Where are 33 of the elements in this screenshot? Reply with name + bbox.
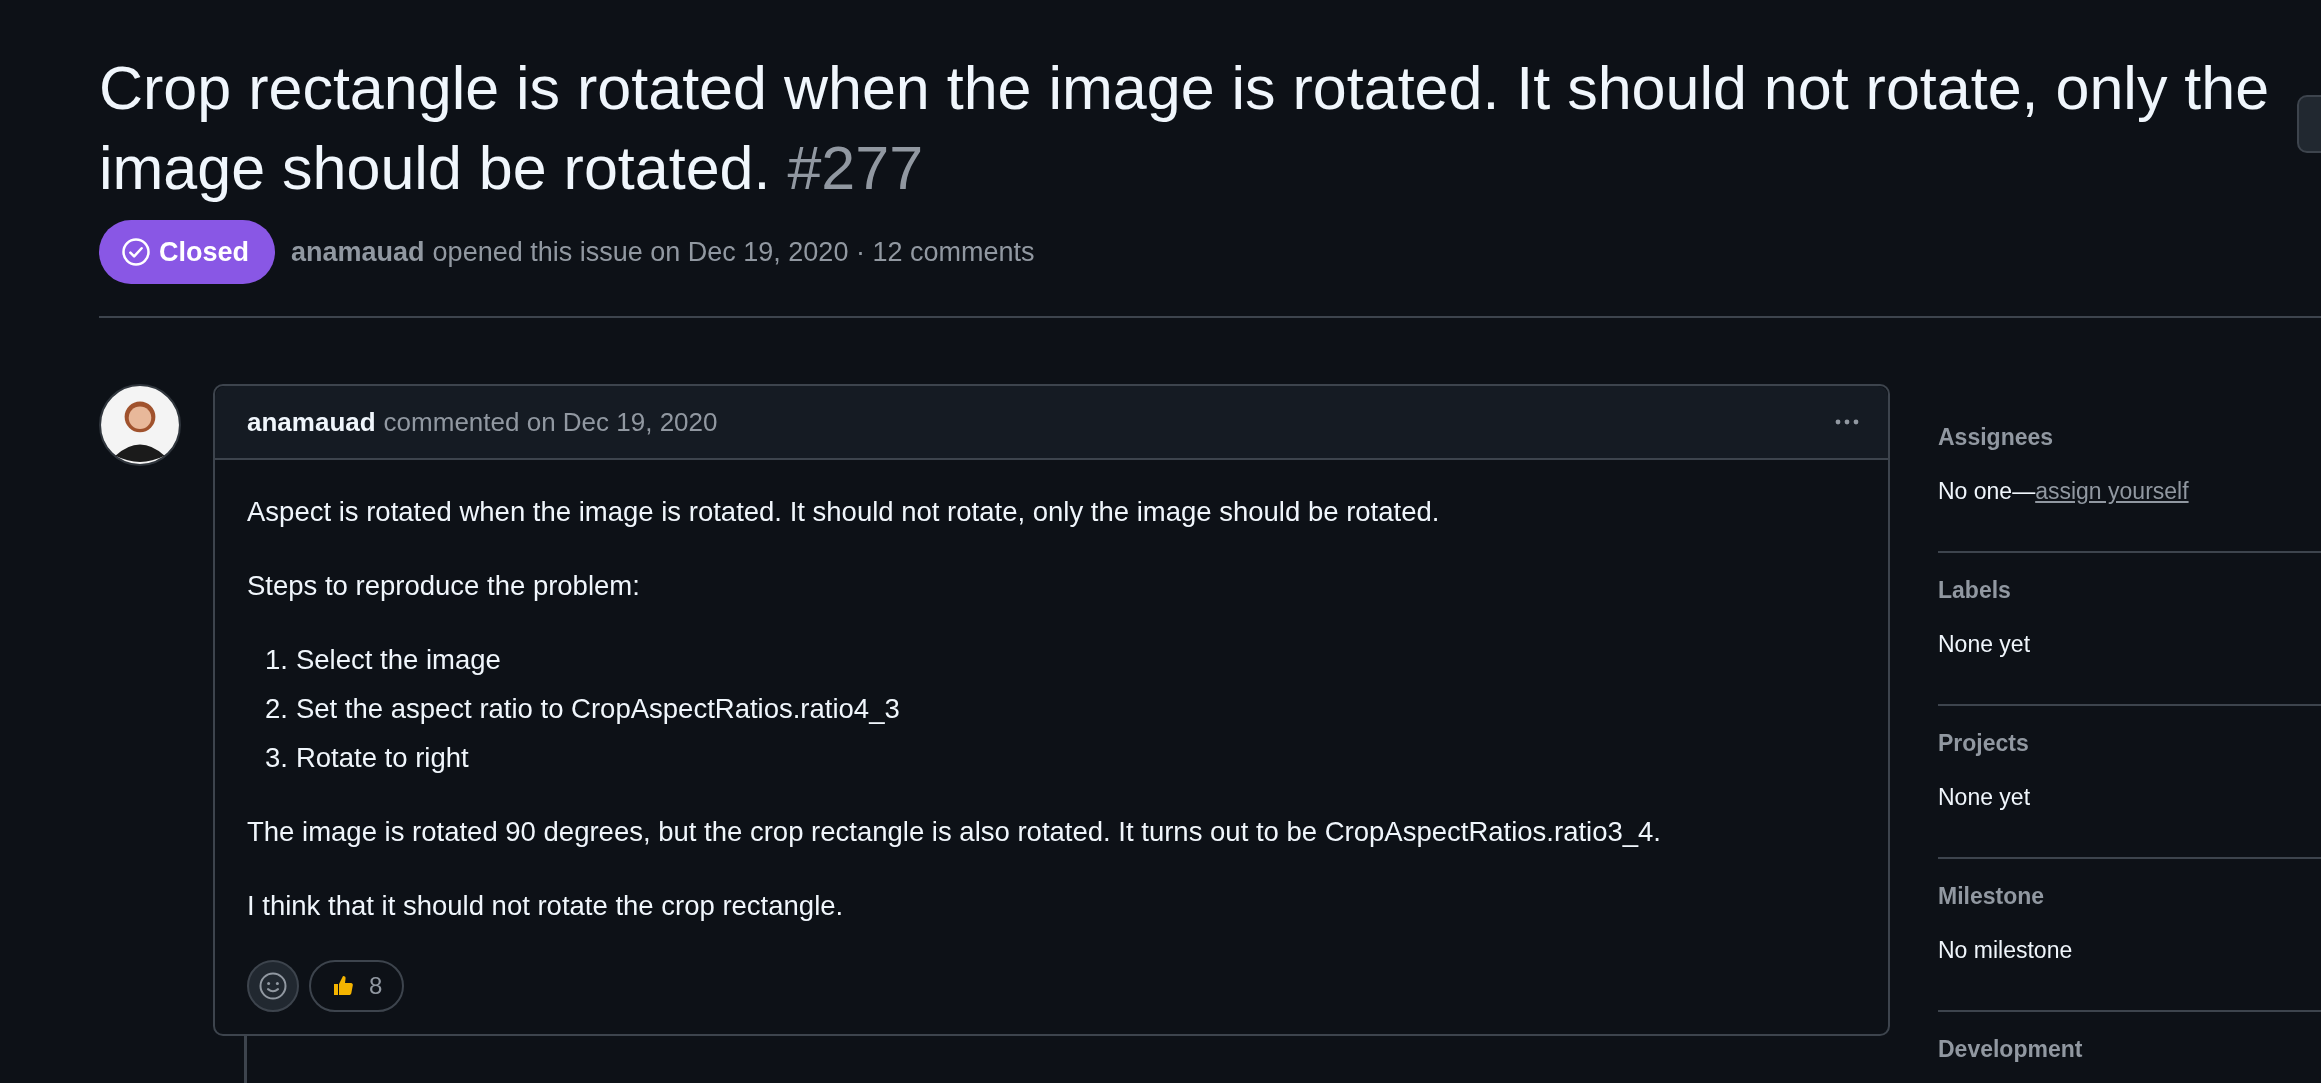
comment-paragraph: Aspect is rotated when the image is rotated. It should not rotate, only the image should be rotated. <box>247 495 1441 529</box>
author-link[interactable]: anamauad <box>291 236 425 268</box>
sidebar-heading: Labels <box>1938 577 2012 605</box>
assign-link[interactable]: assign yourself <box>2035 478 2189 504</box>
list-item: Rotate to right <box>295 742 469 773</box>
sidebar-heading: Milestone <box>1938 883 2046 911</box>
list-item: Set the aspect ratio to CropAspectRatios.ratio4_3 <box>295 693 900 724</box>
thumbs-up-icon <box>331 974 355 998</box>
comment-paragraph: Steps to reproduce the problem: <box>247 569 641 603</box>
reaction-button[interactable]: 8 <box>309 960 405 1012</box>
issue-title: Crop rectangle is rotated when the image is rotated. It should not rotate, only the image should be rotated. #277 <box>99 53 2271 204</box>
avatar[interactable] <box>99 384 181 466</box>
sidebar-value: No milestone <box>1938 937 2073 963</box>
issue-meta: opened this issue on Dec 19, 2020 · 12 comments <box>432 236 1035 268</box>
sidebar-heading: Projects <box>1938 730 2030 758</box>
add-reaction-button[interactable] <box>247 960 299 1012</box>
sidebar-heading: Assignees <box>1938 424 2055 452</box>
list-number: 2. <box>265 693 288 724</box>
status-badge: Closed <box>99 220 276 284</box>
more-options-icon[interactable] <box>1834 418 1860 426</box>
list-number: 1. <box>265 644 288 675</box>
smiley-icon <box>258 971 288 1001</box>
comment-author[interactable]: anamauad <box>247 406 376 438</box>
comment-paragraph: The image is rotated 90 degrees, but the crop rectangle is also rotated. It turns out to be CropAspectRatios.ratio3_4. <box>247 815 1662 849</box>
list-item: Select the image <box>295 644 501 675</box>
sidebar-heading: Development <box>1938 1036 2084 1064</box>
check-circle-icon <box>121 237 151 267</box>
sidebar-value: No one— <box>1938 478 2036 504</box>
comment-paragraph: I think that it should not rotate the crop rectangle. <box>247 889 845 923</box>
comment-meta: commented on Dec 19, 2020 <box>383 406 718 438</box>
sidebar-value: None yet <box>1938 631 2031 657</box>
list-number: 3. <box>265 742 288 773</box>
sidebar-value: None yet <box>1938 784 2031 810</box>
